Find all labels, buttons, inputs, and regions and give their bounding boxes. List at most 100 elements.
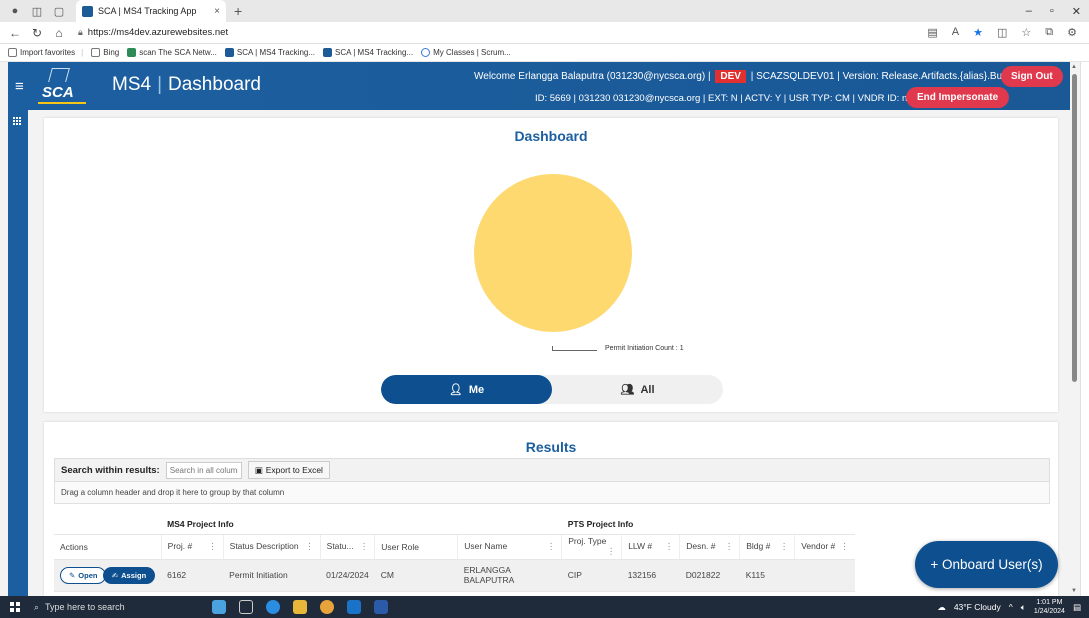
windows-start-icon[interactable]	[10, 602, 20, 612]
col-llw[interactable]: LLW # ⋮	[621, 534, 680, 560]
new-tab-button[interactable]: +	[234, 3, 242, 19]
page-scrollbar[interactable]: ▲ ▼	[1070, 62, 1080, 596]
cell-user-role: CM	[374, 559, 458, 592]
export-excel-button[interactable]: ▣ Export to Excel	[247, 461, 330, 479]
split-screen-icon[interactable]: ◫	[997, 26, 1007, 39]
favorites-icon[interactable]: ☆	[1021, 26, 1031, 39]
notifications-icon[interactable]: ▤	[1073, 602, 1081, 613]
column-menu-icon[interactable]: ⋮	[840, 541, 849, 552]
extensions-icon[interactable]: ⚙	[1067, 26, 1077, 39]
task-view-icon[interactable]	[239, 600, 253, 614]
minimize-icon[interactable]: –	[1026, 5, 1032, 18]
sca-logo[interactable]: SCA	[36, 66, 88, 106]
col-proj[interactable]: Proj. # ⋮	[160, 534, 224, 560]
globe-icon	[421, 48, 431, 57]
reader-view-icon[interactable]: ▤	[927, 26, 937, 39]
page-title: MS4 | Dashboard	[112, 74, 261, 96]
table-row[interactable]: ✎ Open ✍ Assign 6162 Permit Initiation 01/…	[54, 559, 855, 592]
favorite-star-icon[interactable]: ★	[973, 26, 983, 39]
col-label: LLW #	[628, 541, 653, 551]
browser-tab[interactable]: SCA | MS4 Tracking App ×	[76, 0, 226, 22]
sign-out-button[interactable]: Sign Out	[1001, 66, 1063, 87]
edge-icon[interactable]	[266, 600, 280, 614]
read-aloud-icon[interactable]: A	[952, 26, 959, 39]
col-user-name[interactable]: User Name ⋮	[457, 534, 562, 560]
favorite-scan[interactable]: scan The SCA Netw...	[127, 48, 217, 57]
address-bar: ← ↻ ⌂ 🔒︎ https://ms4dev.azurewebsites.ne…	[0, 22, 1089, 44]
scrollbar-thumb[interactable]	[1072, 74, 1077, 382]
favorite-import[interactable]: Import favorites	[8, 48, 75, 57]
results-table: MS4 Project Info PTS Project Info Action…	[54, 514, 855, 592]
favorite-sca-1[interactable]: SCA | MS4 Tracking...	[224, 48, 315, 57]
file-explorer-icon[interactable]	[293, 600, 307, 614]
excel-icon: ▣	[254, 464, 263, 475]
favorite-label: scan The SCA Netw...	[139, 48, 217, 57]
url-field[interactable]: 🔒︎ https://ms4dev.azurewebsites.net	[78, 27, 228, 38]
restore-icon[interactable]: ▫	[1050, 5, 1054, 18]
assign-button[interactable]: ✍ Assign	[102, 566, 156, 584]
col-label: Status Description	[229, 541, 299, 551]
apps-grid-icon[interactable]	[13, 117, 22, 126]
favorite-scrum[interactable]: My Classes | Scrum...	[421, 48, 511, 57]
workspaces-icon[interactable]: ◫	[30, 4, 44, 18]
column-menu-icon[interactable]: ⋮	[665, 541, 674, 552]
tab-close-icon[interactable]: ×	[214, 6, 220, 17]
logo-text: SCA	[42, 84, 74, 101]
close-window-icon[interactable]: ✕	[1072, 5, 1081, 18]
brand-separator: |	[157, 74, 163, 95]
word-icon[interactable]	[374, 600, 388, 614]
refresh-icon[interactable]: ↻	[30, 26, 44, 40]
chrome-icon[interactable]	[320, 600, 334, 614]
col-desn[interactable]: Desn. # ⋮	[679, 534, 740, 560]
scroll-down-icon[interactable]: ▼	[1071, 588, 1077, 594]
col-user-role[interactable]: User Role	[374, 534, 458, 560]
column-menu-icon[interactable]: ⋮	[547, 541, 556, 552]
scroll-up-icon[interactable]: ▲	[1071, 64, 1077, 70]
column-menu-icon[interactable]: ⋮	[305, 541, 314, 552]
scope-toggle: 👤︎ Me 👥︎ All	[381, 375, 723, 404]
column-menu-icon[interactable]: ⋮	[725, 541, 734, 552]
column-menu-icon[interactable]: ⋮	[780, 541, 789, 552]
column-menu-icon[interactable]: ⋮	[607, 546, 616, 557]
weather-text[interactable]: 43°F Cloudy	[954, 602, 1001, 612]
back-icon[interactable]: ←	[8, 26, 22, 40]
collections-icon[interactable]: ⧉	[1045, 26, 1053, 39]
col-vendor[interactable]: Vendor # ⋮	[794, 534, 855, 560]
table-column-header: Actions Proj. # ⋮ Status Description ⋮ Sta…	[54, 534, 855, 560]
dashboard-title: Dashboard	[514, 128, 588, 144]
col-label: Bldg #	[746, 541, 771, 551]
tab-actions-icon[interactable]: ▢	[52, 4, 66, 18]
col-label: Desn. #	[686, 541, 716, 551]
group-by-panel[interactable]: Drag a column header and drop it here to…	[54, 482, 1050, 504]
favorite-label: SCA | MS4 Tracking...	[335, 48, 414, 57]
widgets-icon[interactable]	[212, 600, 226, 614]
volume-icon[interactable]: 🔈︎	[1021, 602, 1026, 613]
onboard-users-button[interactable]: + Onboard User(s)	[915, 541, 1058, 588]
outlook-icon[interactable]	[347, 600, 361, 614]
toggle-all-button[interactable]: 👥︎ All	[552, 375, 723, 404]
taskbar-clock[interactable]: 1:01 PM 1/24/2024	[1034, 598, 1065, 616]
favorite-label: My Classes | Scrum...	[433, 48, 511, 57]
home-icon[interactable]: ⌂	[52, 26, 66, 40]
col-proj-type[interactable]: Proj. Type ⋮	[561, 534, 622, 560]
column-menu-icon[interactable]: ⋮	[208, 541, 217, 552]
profile-icon[interactable]: ●	[8, 4, 22, 18]
cell-llw: 132156	[621, 559, 680, 592]
pie-slice[interactable]	[474, 174, 632, 332]
end-impersonate-button[interactable]: End Impersonate	[906, 87, 1010, 108]
tray-chevron-icon[interactable]: ^	[1009, 602, 1013, 612]
search-input[interactable]	[165, 461, 242, 479]
cell-desn: D021822	[679, 559, 740, 592]
favorite-bing[interactable]: Bing	[91, 48, 119, 57]
taskbar-search[interactable]: ⌕ Type here to search	[34, 596, 194, 618]
col-bldg[interactable]: Bldg # ⋮	[739, 534, 795, 560]
open-button[interactable]: ✎ Open	[60, 566, 107, 584]
table-group-header: MS4 Project Info PTS Project Info	[54, 514, 855, 535]
col-status-desc[interactable]: Status Description ⋮	[222, 534, 321, 560]
column-menu-icon[interactable]: ⋮	[360, 541, 369, 552]
toggle-me-button[interactable]: 👤︎ Me	[381, 375, 552, 404]
url-text: https://ms4dev.azurewebsites.net	[87, 27, 229, 38]
hamburger-menu-icon[interactable]: ≡	[15, 78, 24, 95]
favorite-sca-2[interactable]: SCA | MS4 Tracking...	[323, 48, 413, 57]
col-status-date[interactable]: Statu... ⋮	[319, 534, 375, 560]
